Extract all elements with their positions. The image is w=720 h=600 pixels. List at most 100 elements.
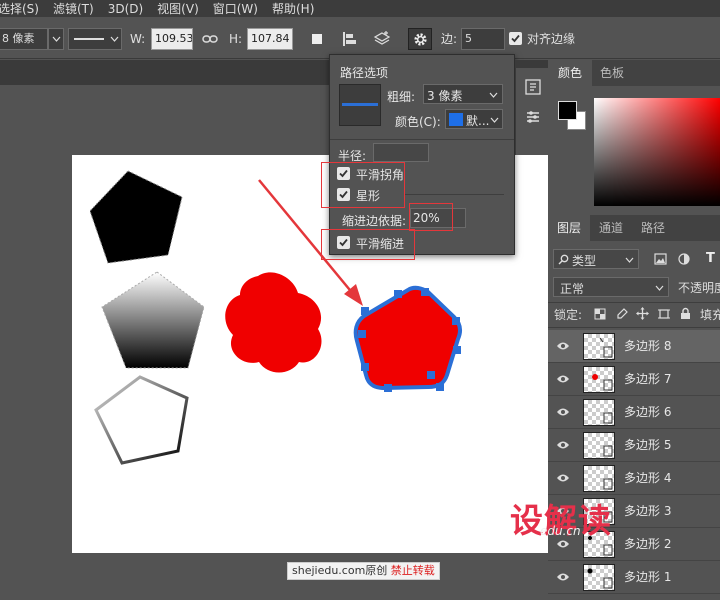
- panel-icon-column: [515, 60, 549, 155]
- path-options-gear-button[interactable]: [408, 28, 432, 50]
- thickness-label: 粗细:: [387, 90, 416, 104]
- stroke-width-field[interactable]: 8 像素: [0, 28, 48, 50]
- lock-paint-icon[interactable]: [616, 308, 628, 320]
- layer-row[interactable]: 多边形 8: [548, 330, 720, 363]
- width-field[interactable]: 109.53 |: [151, 28, 193, 50]
- tab-channels[interactable]: 通道: [590, 215, 632, 241]
- history-icon[interactable]: [524, 78, 542, 96]
- path-options-title: 路径选项: [340, 66, 389, 80]
- annotation-box-corners-star: [321, 162, 405, 208]
- tab-paths[interactable]: 路径: [632, 215, 674, 241]
- align-edges-checkbox[interactable]: [509, 32, 522, 46]
- filter-adjustment-icon[interactable]: [678, 253, 690, 265]
- outline-pentagon: [94, 375, 189, 465]
- chevron-down-icon: [655, 285, 664, 291]
- menu-select[interactable]: 选择(S): [0, 0, 39, 17]
- sides-label: 边:: [441, 32, 458, 46]
- search-icon: [558, 254, 569, 265]
- gradient-pentagon: [101, 271, 205, 369]
- tab-color[interactable]: 颜色: [548, 60, 592, 86]
- visibility-eye-icon[interactable]: [556, 374, 570, 384]
- align-icon: [343, 32, 356, 46]
- filter-type-icon[interactable]: T: [706, 251, 715, 266]
- layer-thumbnail: [583, 432, 615, 459]
- layer-thumbnail: [583, 333, 615, 360]
- layer-row[interactable]: 多边形 6: [548, 396, 720, 429]
- black-pentagon: [89, 170, 183, 264]
- layer-name: 多边形 5: [624, 438, 672, 452]
- color-panel-tabs: 颜色 色板: [548, 60, 720, 86]
- red-flower-shape: [225, 272, 322, 373]
- stroke-width-dropdown[interactable]: [48, 28, 64, 50]
- layer-row[interactable]: 多边形 1: [548, 561, 720, 594]
- link-icon: [202, 35, 218, 43]
- filter-pixel-icon[interactable]: [654, 253, 667, 265]
- path-options-popup: 路径选项 粗细: 3 像素 颜色(C): 默... 半径: 平滑拐角 星形 缩进…: [321, 54, 515, 260]
- menu-filter[interactable]: 滤镜(T): [53, 0, 94, 17]
- color-picker-field[interactable]: [594, 98, 720, 206]
- square-icon: [312, 34, 322, 44]
- blend-mode-dropdown[interactable]: 正常: [553, 277, 669, 297]
- watermark-url: edu.cn: [540, 524, 581, 538]
- lock-artboard-icon[interactable]: [658, 308, 670, 320]
- path-color-swatch: [449, 113, 463, 126]
- path-operations-button[interactable]: [306, 28, 328, 50]
- color-dropdown[interactable]: 默...: [445, 109, 503, 129]
- tab-swatches[interactable]: 色板: [592, 60, 632, 86]
- chevron-down-icon: [490, 117, 499, 123]
- thickness-dropdown[interactable]: 3 像素: [423, 84, 503, 104]
- checkbox-checked: [509, 32, 522, 45]
- visibility-eye-icon[interactable]: [556, 440, 570, 450]
- layer-name: 多边形 7: [624, 372, 672, 386]
- visibility-eye-icon[interactable]: [556, 341, 570, 351]
- layers-stack-icon: [373, 31, 391, 45]
- layer-thumbnail: [583, 564, 615, 591]
- annotation-box-indent: [409, 203, 453, 231]
- layer-thumbnail: [583, 465, 615, 492]
- indent-label: 缩进边依据:: [342, 214, 407, 228]
- height-field[interactable]: 107.84 |: [247, 28, 293, 50]
- annotation-box-smooth-indent: [321, 229, 415, 260]
- layer-name: 多边形 3: [624, 504, 672, 518]
- tab-layers[interactable]: 图层: [548, 215, 590, 241]
- lock-move-icon[interactable]: [636, 307, 649, 320]
- chevron-down-icon: [625, 257, 634, 263]
- menu-window[interactable]: 窗口(W): [213, 0, 258, 17]
- sides-field[interactable]: 5: [461, 28, 505, 50]
- menu-help[interactable]: 帮助(H): [272, 0, 314, 17]
- width-label: W:: [130, 32, 146, 46]
- credit-warning: 禁止转载: [390, 564, 435, 577]
- opacity-label: 不透明度: [678, 281, 720, 295]
- menu-view[interactable]: 视图(V): [157, 0, 199, 17]
- layer-row[interactable]: 多边形 4: [548, 462, 720, 495]
- layer-row[interactable]: 多边形 5: [548, 429, 720, 462]
- align-edges-label: 对齐边缘: [527, 32, 576, 46]
- stroke-type-dropdown[interactable]: [68, 28, 122, 50]
- lock-all-icon[interactable]: [680, 307, 691, 320]
- foreground-color-swatch[interactable]: [558, 101, 577, 120]
- path-alignment-button[interactable]: [338, 28, 360, 50]
- visibility-eye-icon[interactable]: [556, 572, 570, 582]
- visibility-eye-icon[interactable]: [556, 407, 570, 417]
- path-arrangement-button[interactable]: [371, 28, 393, 50]
- chevron-down-icon: [52, 36, 60, 42]
- separator: [330, 139, 514, 140]
- layer-row[interactable]: 多边形 7: [548, 363, 720, 396]
- lock-transparency-icon[interactable]: [594, 308, 606, 320]
- layer-thumbnail: [583, 366, 615, 393]
- menu-3d[interactable]: 3D(D): [108, 2, 143, 16]
- credit-site: shejiedu.com原创: [292, 564, 388, 577]
- layer-filter-dropdown[interactable]: 类型: [553, 249, 639, 269]
- document-tab-strip: [0, 60, 330, 85]
- layer-name: 多边形 8: [624, 339, 672, 353]
- radius-field[interactable]: [373, 143, 429, 162]
- collapse-arrows-icon[interactable]: [516, 60, 549, 68]
- selected-red-pentagon[interactable]: [353, 285, 463, 391]
- link-dimensions-button[interactable]: [199, 28, 221, 50]
- layer-thumbnail: [583, 399, 615, 426]
- layer-name: 多边形 2: [624, 537, 672, 551]
- properties-icon[interactable]: [524, 108, 542, 126]
- separator: [548, 302, 720, 303]
- visibility-eye-icon[interactable]: [556, 473, 570, 483]
- height-label: H:: [229, 32, 243, 46]
